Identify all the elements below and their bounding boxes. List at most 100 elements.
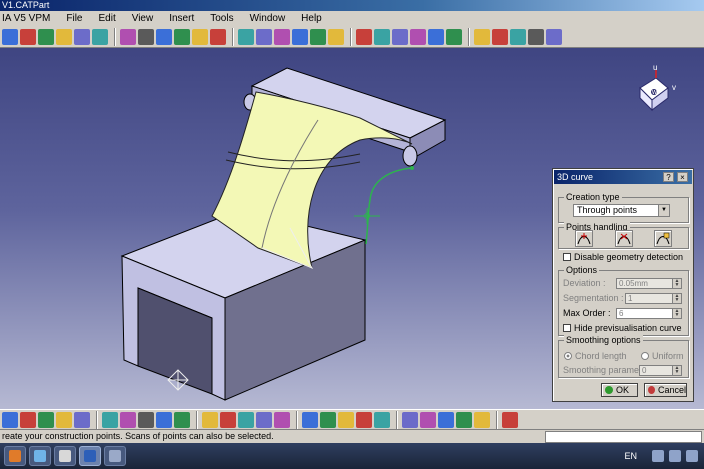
toolbar-tool-icon[interactable] bbox=[138, 411, 154, 428]
toolbar-tool-icon[interactable] bbox=[546, 28, 562, 45]
menu-insert[interactable]: Insert bbox=[161, 11, 202, 26]
construction-point-marker[interactable] bbox=[354, 208, 380, 224]
spin-arrows-icon[interactable]: ▲ ▼ bbox=[672, 279, 681, 288]
toolbar-tool-icon[interactable] bbox=[428, 28, 444, 45]
deviation-field[interactable]: 0.05mm ▲ ▼ bbox=[616, 278, 682, 289]
toolbar-tool-icon[interactable] bbox=[220, 411, 236, 428]
menu-tools[interactable]: Tools bbox=[202, 11, 241, 26]
taskbar-button-catia[interactable] bbox=[79, 446, 101, 466]
creation-type-label: Creation type bbox=[564, 192, 622, 202]
toolbar-tool-icon[interactable] bbox=[2, 411, 18, 428]
toolbar-tool-icon[interactable] bbox=[510, 28, 526, 45]
toolbar-tool-icon[interactable] bbox=[174, 28, 190, 45]
toolbar-tool-icon[interactable] bbox=[274, 28, 290, 45]
free-constraint-button[interactable] bbox=[654, 230, 672, 247]
cancel-button[interactable]: Cancel bbox=[644, 383, 687, 397]
insert-point-button[interactable] bbox=[575, 230, 593, 247]
spin-arrows-icon[interactable]: ▲ ▼ bbox=[672, 309, 681, 318]
dialog-help-button[interactable]: ? bbox=[663, 172, 674, 182]
toolbar-tool-icon[interactable] bbox=[328, 28, 344, 45]
toolbar-tool-icon[interactable] bbox=[56, 28, 72, 45]
toolbar-tool-icon[interactable] bbox=[238, 28, 254, 45]
toolbar-tool-icon[interactable] bbox=[38, 28, 54, 45]
taskbar-button[interactable] bbox=[104, 446, 126, 466]
toolbar-tool-icon[interactable] bbox=[156, 28, 172, 45]
toolbar-tool-icon[interactable] bbox=[256, 28, 272, 45]
toolbar-tool-icon[interactable] bbox=[74, 411, 90, 428]
uniform-radio[interactable]: Uniform bbox=[641, 351, 684, 361]
toolbar-tool-icon[interactable] bbox=[56, 411, 72, 428]
spin-arrows-icon[interactable]: ▲ ▼ bbox=[672, 294, 681, 303]
taskbar-button[interactable] bbox=[4, 446, 26, 466]
toolbar-tool-icon[interactable] bbox=[392, 28, 408, 45]
toolbar-tool-icon[interactable] bbox=[502, 411, 518, 428]
menu-window[interactable]: Window bbox=[242, 11, 294, 26]
toolbar-tool-icon[interactable] bbox=[274, 411, 290, 428]
chord-length-radio[interactable]: Chord length bbox=[564, 351, 627, 361]
toolbar-tool-icon[interactable] bbox=[92, 28, 108, 45]
app-icon bbox=[59, 450, 71, 462]
tray-icon[interactable] bbox=[686, 450, 698, 462]
toolbar-tool-icon[interactable] bbox=[474, 411, 490, 428]
tray-icon[interactable] bbox=[669, 450, 681, 462]
menu-file[interactable]: File bbox=[58, 11, 90, 26]
toolbar-tool-icon[interactable] bbox=[174, 411, 190, 428]
toolbar-tool-icon[interactable] bbox=[74, 28, 90, 45]
toolbar-tool-icon[interactable] bbox=[310, 28, 326, 45]
toolbar-tool-icon[interactable] bbox=[374, 411, 390, 428]
menu-view[interactable]: View bbox=[124, 11, 162, 26]
toolbar-tool-icon[interactable] bbox=[138, 28, 154, 45]
toolbar-tool-icon[interactable] bbox=[356, 28, 372, 45]
spin-arrows-icon[interactable]: ▲ ▼ bbox=[672, 366, 681, 375]
catia-icon bbox=[84, 450, 96, 462]
hide-previsualisation-checkbox[interactable]: Hide previsualisation curve bbox=[563, 323, 682, 333]
toolbar-tool-icon[interactable] bbox=[102, 411, 118, 428]
curve-end-point[interactable] bbox=[410, 166, 414, 170]
language-indicator[interactable]: EN bbox=[624, 451, 637, 461]
toolbar-tool-icon[interactable] bbox=[38, 411, 54, 428]
menu-app[interactable]: IA V5 VPM bbox=[0, 11, 58, 26]
dialog-close-button[interactable]: × bbox=[677, 172, 688, 182]
smoothing-parameter-field[interactable]: 0 ▲ ▼ bbox=[639, 365, 682, 376]
command-input[interactable] bbox=[545, 431, 702, 443]
creation-type-select[interactable]: Through points ▼ bbox=[573, 204, 670, 217]
toolbar-tool-icon[interactable] bbox=[320, 411, 336, 428]
toolbar-tool-icon[interactable] bbox=[20, 411, 36, 428]
toolbar-tool-icon[interactable] bbox=[446, 28, 462, 45]
toolbar-tool-icon[interactable] bbox=[210, 28, 226, 45]
dialog-title-bar[interactable]: 3D curve ? × bbox=[554, 170, 692, 184]
toolbar-tool-icon[interactable] bbox=[474, 28, 490, 45]
toolbar-tool-icon[interactable] bbox=[2, 28, 18, 45]
toolbar-tool-icon[interactable] bbox=[120, 28, 136, 45]
toolbar-tool-icon[interactable] bbox=[238, 411, 254, 428]
toolbar-tool-icon[interactable] bbox=[256, 411, 272, 428]
remove-point-button[interactable] bbox=[615, 230, 633, 247]
toolbar-tool-icon[interactable] bbox=[528, 28, 544, 45]
menu-help[interactable]: Help bbox=[293, 11, 330, 26]
tray-icon[interactable] bbox=[652, 450, 664, 462]
toolbar-tool-icon[interactable] bbox=[402, 411, 418, 428]
segmentation-field[interactable]: 1 ▲ ▼ bbox=[625, 293, 682, 304]
toolbar-tool-icon[interactable] bbox=[156, 411, 172, 428]
toolbar-tool-icon[interactable] bbox=[374, 28, 390, 45]
toolbar-tool-icon[interactable] bbox=[292, 28, 308, 45]
toolbar-tool-icon[interactable] bbox=[338, 411, 354, 428]
toolbar-tool-icon[interactable] bbox=[192, 28, 208, 45]
toolbar-tool-icon[interactable] bbox=[456, 411, 472, 428]
taskbar-button[interactable] bbox=[54, 446, 76, 466]
disable-geometry-detection-checkbox[interactable]: Disable geometry detection bbox=[563, 252, 683, 262]
cancel-icon bbox=[648, 386, 655, 394]
max-order-field[interactable]: 6 ▲ ▼ bbox=[616, 308, 682, 319]
toolbar-tool-icon[interactable] bbox=[202, 411, 218, 428]
taskbar-button[interactable] bbox=[29, 446, 51, 466]
toolbar-tool-icon[interactable] bbox=[20, 28, 36, 45]
ok-button[interactable]: OK bbox=[601, 383, 638, 397]
toolbar-tool-icon[interactable] bbox=[420, 411, 436, 428]
toolbar-tool-icon[interactable] bbox=[410, 28, 426, 45]
toolbar-tool-icon[interactable] bbox=[302, 411, 318, 428]
toolbar-tool-icon[interactable] bbox=[438, 411, 454, 428]
menu-edit[interactable]: Edit bbox=[90, 11, 123, 26]
toolbar-tool-icon[interactable] bbox=[492, 28, 508, 45]
toolbar-tool-icon[interactable] bbox=[356, 411, 372, 428]
toolbar-tool-icon[interactable] bbox=[120, 411, 136, 428]
